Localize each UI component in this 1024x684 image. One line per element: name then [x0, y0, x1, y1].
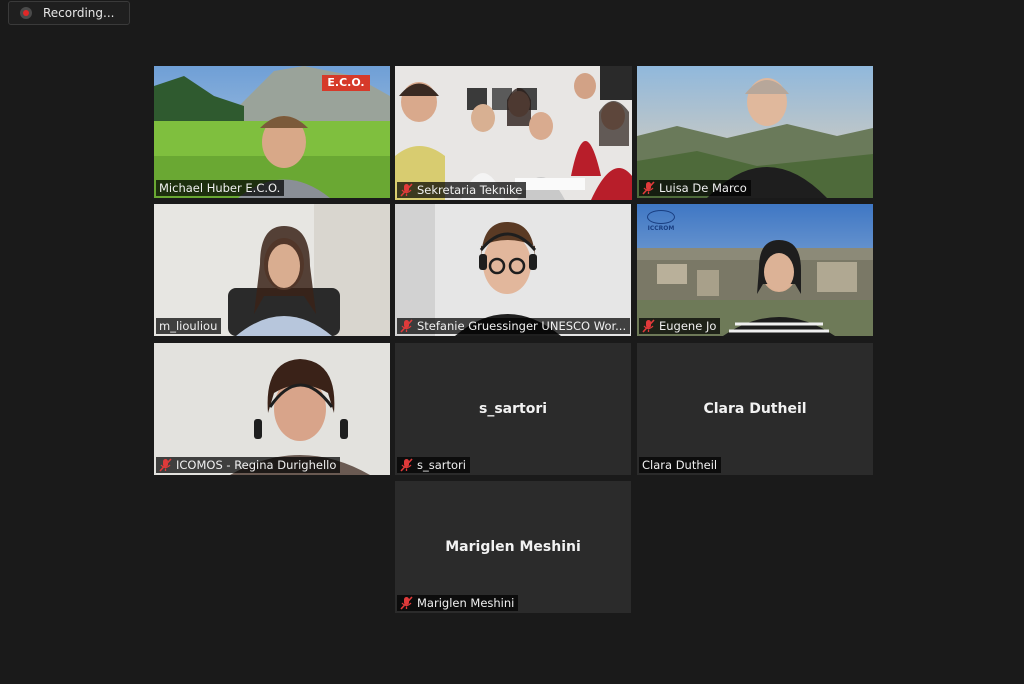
participant-video	[154, 204, 390, 336]
recording-label: Recording...	[43, 6, 115, 20]
video-tile-m-liouliou[interactable]: m_liouliou	[154, 204, 390, 336]
participant-name: Eugene Jo	[659, 319, 717, 333]
mic-muted-icon	[400, 183, 413, 197]
nametag: Mariglen Meshini	[397, 595, 519, 611]
video-tile-s-sartori[interactable]: s_sartori s_sartori	[395, 343, 631, 475]
nametag: Luisa De Marco	[639, 180, 751, 196]
display-name: Clara Dutheil	[703, 401, 807, 417]
mic-muted-icon	[400, 458, 413, 472]
participant-name: Michael Huber E.C.O.	[159, 181, 281, 195]
participant-video	[154, 343, 390, 475]
video-tile-mariglen-meshini[interactable]: Mariglen Meshini Mariglen Meshini	[395, 481, 631, 613]
mic-muted-icon	[400, 596, 413, 610]
participant-video	[395, 66, 632, 200]
nametag: Eugene Jo	[639, 318, 721, 334]
participant-name: Sekretaria Teknike	[417, 183, 523, 197]
video-tile-sekretaria-teknike[interactable]: Sekretaria Teknike	[395, 66, 632, 200]
video-tile-regina-durighello[interactable]: ICOMOS - Regina Durighello	[154, 343, 390, 475]
participant-name: Luisa De Marco	[659, 181, 747, 195]
mic-muted-icon	[642, 181, 655, 195]
mic-muted-icon	[400, 319, 413, 333]
participant-name: Clara Dutheil	[642, 458, 718, 472]
display-name: s_sartori	[478, 401, 548, 417]
iccrom-logo: ICCROM	[643, 210, 679, 232]
participant-name: ICOMOS - Regina Durighello	[176, 458, 337, 472]
nametag: m_liouliou	[156, 318, 222, 334]
video-tile-stefanie-gruessinger[interactable]: Stefanie Gruessinger UNESCO Wor...	[395, 204, 631, 336]
participant-video	[395, 204, 631, 336]
participant-name: Stefanie Gruessinger UNESCO Wor...	[417, 319, 627, 333]
display-name: Mariglen Meshini	[445, 539, 581, 555]
nametag: Stefanie Gruessinger UNESCO Wor...	[397, 318, 631, 334]
recording-indicator[interactable]: Recording...	[8, 1, 130, 25]
video-tile-michael-huber[interactable]: E.C.O. Michael Huber E.C.O.	[154, 66, 390, 198]
mic-muted-icon	[642, 319, 655, 333]
nametag: ICOMOS - Regina Durighello	[156, 457, 341, 473]
nametag: s_sartori	[397, 457, 470, 473]
video-tile-clara-dutheil[interactable]: Clara Dutheil Clara Dutheil	[637, 343, 873, 475]
participant-name: m_liouliou	[159, 319, 218, 333]
nametag: Clara Dutheil	[639, 457, 722, 473]
participant-name: s_sartori	[417, 458, 466, 472]
participant-video	[637, 66, 873, 198]
nametag: Sekretaria Teknike	[397, 182, 527, 198]
nametag: Michael Huber E.C.O.	[156, 180, 285, 196]
video-tile-luisa-de-marco[interactable]: Luisa De Marco	[637, 66, 873, 198]
video-tile-eugene-jo[interactable]: ICCROM Eugene Jo	[637, 204, 873, 336]
eco-logo: E.C.O.	[327, 76, 365, 89]
participant-name: Mariglen Meshini	[417, 596, 515, 610]
record-icon	[20, 7, 32, 19]
mic-muted-icon	[159, 458, 172, 472]
